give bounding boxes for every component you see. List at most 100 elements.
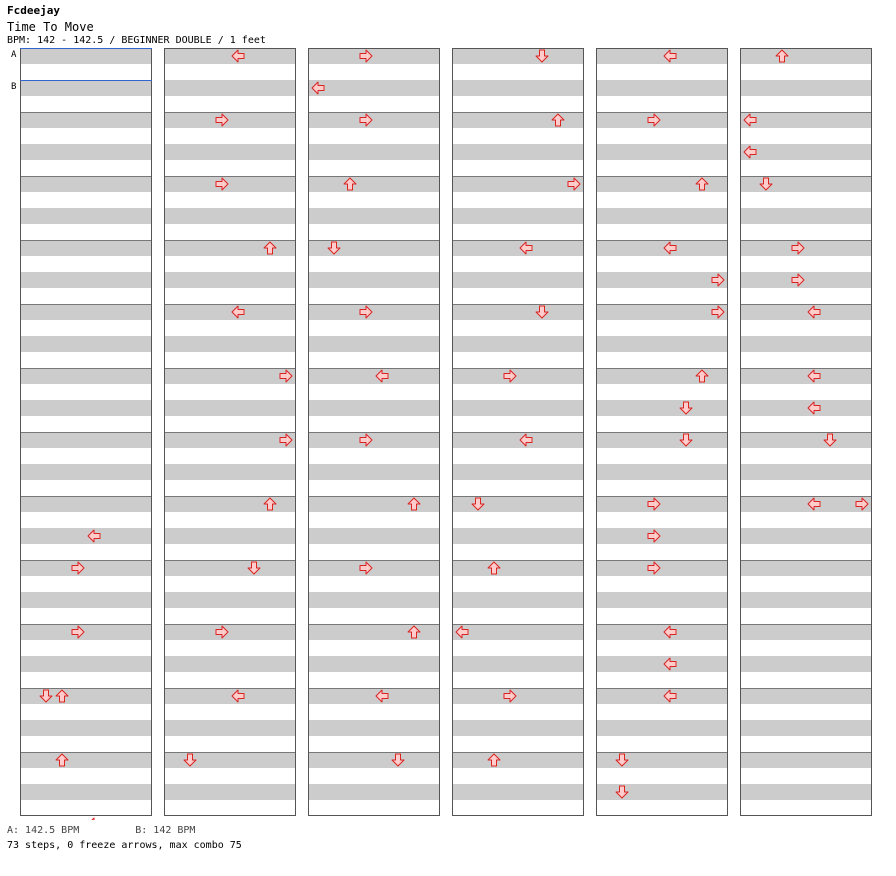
beat-stripe: [20, 560, 152, 576]
beat-stripe: [596, 720, 728, 736]
beat-stripe: [452, 304, 584, 320]
beat-stripe: [452, 592, 584, 608]
beat-stripe: [164, 720, 296, 736]
beat-stripe: [308, 80, 440, 96]
beat-stripe: [740, 112, 872, 128]
beat-stripe: [308, 560, 440, 576]
beat-stripe: [596, 144, 728, 160]
beat-stripe: [596, 112, 728, 128]
beat-stripe: [308, 336, 440, 352]
beat-stripe: [308, 688, 440, 704]
beat-stripe: [20, 784, 152, 800]
beat-stripe: [452, 208, 584, 224]
beat-stripe: [740, 784, 872, 800]
beat-stripe: [308, 144, 440, 160]
beat-stripe: [740, 240, 872, 256]
beat-stripe: [20, 144, 152, 160]
beat-stripe: [308, 720, 440, 736]
beat-stripe: [20, 624, 152, 640]
beat-stripe: [596, 432, 728, 448]
beat-stripe: [164, 528, 296, 544]
beat-stripe: [452, 464, 584, 480]
beat-stripe: [164, 592, 296, 608]
beat-stripe: [164, 368, 296, 384]
beat-stripe: [452, 752, 584, 768]
beat-stripe: [20, 656, 152, 672]
beat-stripe: [308, 656, 440, 672]
beat-stripe: [164, 784, 296, 800]
beat-stripe: [164, 336, 296, 352]
beat-stripe: [20, 112, 152, 128]
beat-stripe: [452, 528, 584, 544]
beat-stripe: [20, 176, 152, 192]
beat-stripe: [164, 80, 296, 96]
beat-stripe: [164, 112, 296, 128]
beat-stripe: [308, 752, 440, 768]
beat-stripe: [596, 336, 728, 352]
beat-stripe: [596, 624, 728, 640]
beat-stripe: [164, 688, 296, 704]
step-summary: 73 steps, 0 freeze arrows, max combo 75: [7, 840, 242, 851]
beat-stripe: [740, 208, 872, 224]
beat-stripe: [740, 368, 872, 384]
beat-stripe: [740, 464, 872, 480]
beat-stripe: [20, 80, 152, 96]
beat-stripe: [596, 496, 728, 512]
beat-stripe: [20, 720, 152, 736]
beat-stripe: [308, 400, 440, 416]
beat-stripe: [596, 304, 728, 320]
beat-stripe: [740, 48, 872, 64]
beat-stripe: [20, 752, 152, 768]
beat-stripe: [308, 48, 440, 64]
arrow-left-icon: [87, 817, 101, 820]
beat-stripe: [740, 688, 872, 704]
beat-stripe: [164, 48, 296, 64]
beat-stripe: [740, 656, 872, 672]
beat-stripe: [164, 432, 296, 448]
beat-stripe: [740, 752, 872, 768]
beat-stripe: [20, 464, 152, 480]
beat-stripe: [740, 528, 872, 544]
beat-stripe: [452, 688, 584, 704]
beat-stripe: [20, 592, 152, 608]
beat-stripe: [596, 80, 728, 96]
beat-stripe: [20, 528, 152, 544]
step-chart: AB: [11, 48, 872, 820]
beat-stripe: [740, 720, 872, 736]
beat-stripe: [20, 48, 152, 64]
beat-stripe: [20, 368, 152, 384]
beat-stripe: [308, 464, 440, 480]
beat-stripe: [164, 624, 296, 640]
beat-stripe: [452, 240, 584, 256]
bpm-marker-label: A: [11, 50, 17, 60]
beat-stripe: [164, 560, 296, 576]
beat-stripe: [308, 432, 440, 448]
bpm-legend-a: A: 142.5 BPM: [7, 825, 80, 836]
beat-stripe: [164, 656, 296, 672]
beat-stripe: [308, 528, 440, 544]
beat-stripe: [308, 208, 440, 224]
beat-stripe: [20, 496, 152, 512]
bpm-marker-label: B: [11, 82, 16, 92]
beat-stripe: [740, 432, 872, 448]
beat-stripe: [740, 272, 872, 288]
beat-stripe: [164, 144, 296, 160]
beat-stripe: [452, 656, 584, 672]
beat-stripe: [452, 784, 584, 800]
beat-stripe: [740, 560, 872, 576]
beat-stripe: [452, 624, 584, 640]
beat-stripe: [740, 304, 872, 320]
beat-stripe: [164, 208, 296, 224]
beat-stripe: [596, 528, 728, 544]
beat-stripe: [452, 176, 584, 192]
beat-stripe: [596, 208, 728, 224]
beat-stripe: [308, 272, 440, 288]
beat-stripe: [596, 400, 728, 416]
beat-stripe: [20, 208, 152, 224]
beat-stripe: [20, 336, 152, 352]
beat-stripe: [308, 368, 440, 384]
beat-stripe: [452, 80, 584, 96]
beat-stripe: [596, 240, 728, 256]
beat-stripe: [164, 400, 296, 416]
beat-stripe: [596, 48, 728, 64]
